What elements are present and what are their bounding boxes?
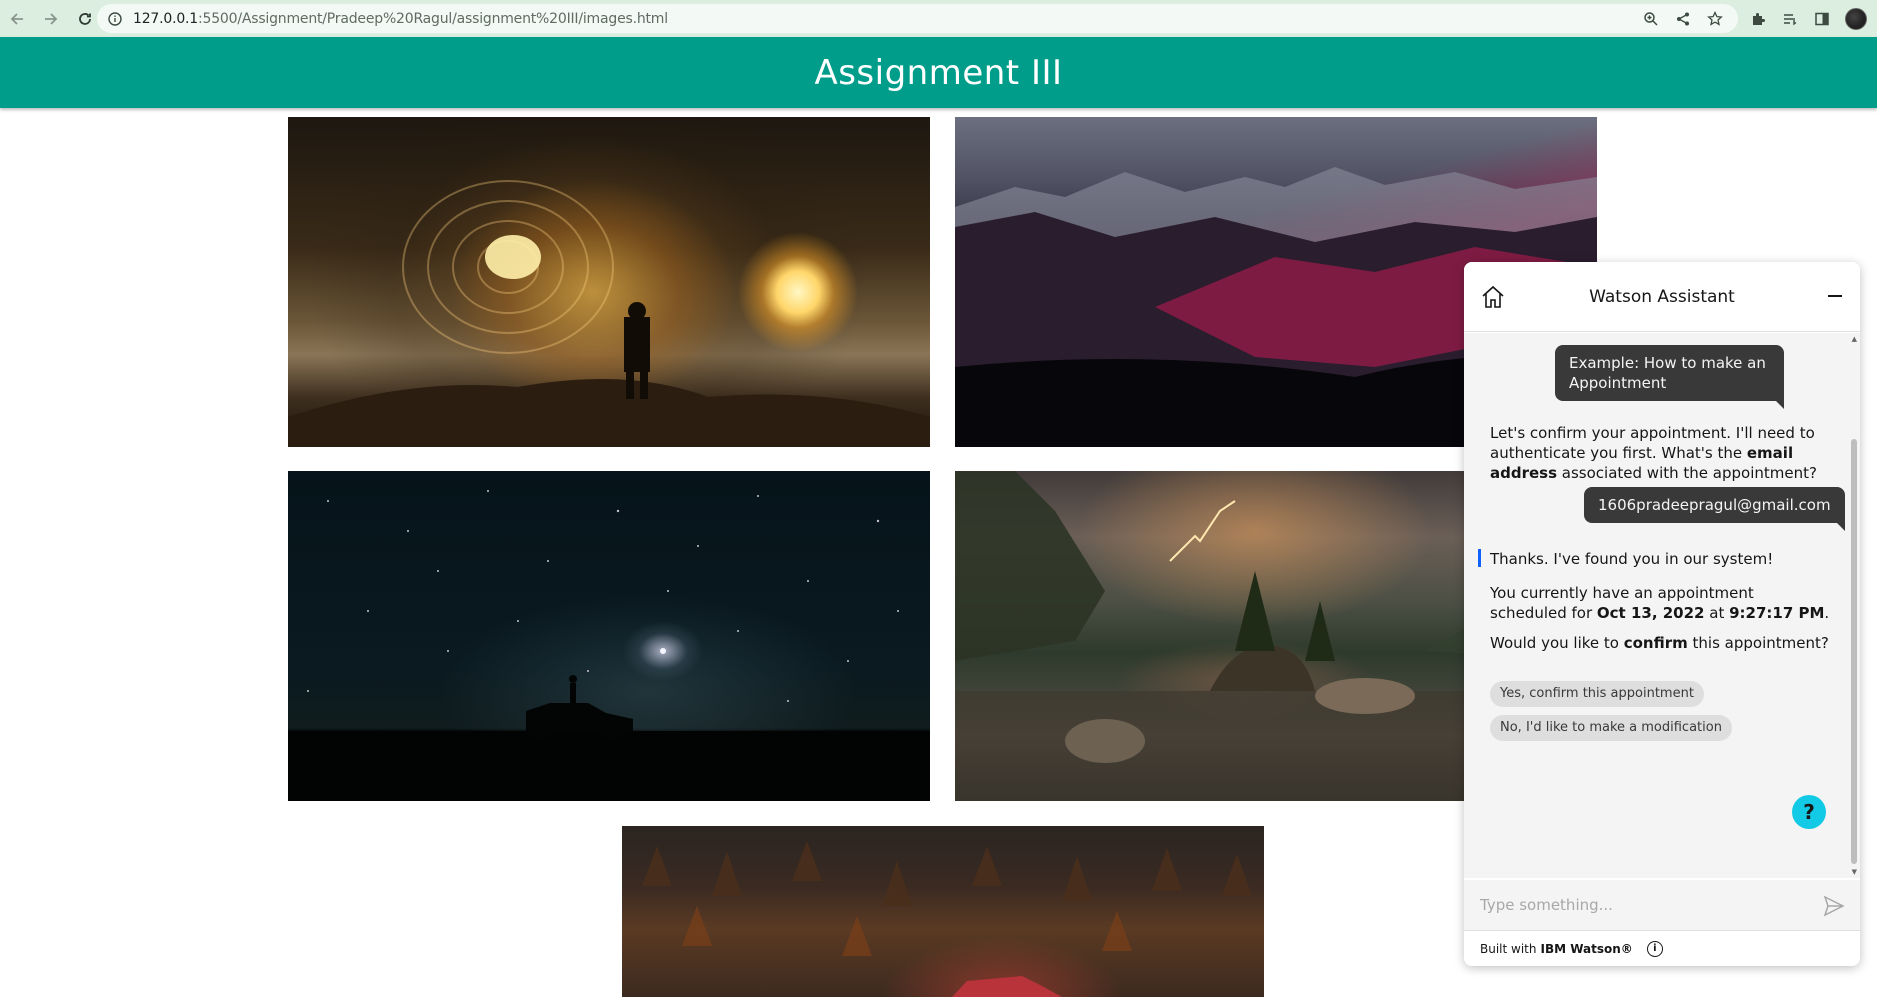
- chat-title: Watson Assistant: [1589, 286, 1735, 307]
- chat-header: Watson Assistant: [1464, 262, 1860, 332]
- scroll-up-arrow-icon[interactable]: ▲: [1852, 335, 1857, 343]
- confirm-appointment-button[interactable]: Yes, confirm this appointment: [1490, 681, 1704, 707]
- user-message: Example: How to make an Appointment: [1555, 345, 1784, 409]
- info-icon[interactable]: i: [1646, 940, 1663, 957]
- site-header: Assignment III: [0, 37, 1877, 108]
- address-bar[interactable]: 127.0.0.1:5500/Assignment/Pradeep%20Ragu…: [97, 4, 1738, 33]
- autumn-forest-house-image: [622, 826, 1264, 997]
- bookmark-star-icon[interactable]: [1706, 10, 1724, 28]
- footer-prefix: Built with: [1480, 941, 1537, 956]
- bot-message: Would you like to confirm this appointme…: [1490, 634, 1829, 652]
- chat-footer: Built with IBM Watson® i: [1464, 930, 1860, 966]
- user-message: 1606pradeepragul@gmail.com: [1584, 487, 1845, 531]
- reading-list-icon[interactable]: [1781, 10, 1799, 28]
- browser-toolbar: 127.0.0.1:5500/Assignment/Pradeep%20Ragu…: [0, 0, 1877, 37]
- starry-night-car-image: [288, 471, 930, 801]
- minimize-button[interactable]: [1818, 282, 1852, 312]
- side-panel-icon[interactable]: [1813, 10, 1831, 28]
- help-button[interactable]: ?: [1792, 795, 1826, 829]
- profile-avatar[interactable]: [1845, 7, 1867, 30]
- arrow-right-icon: [45, 12, 58, 25]
- share-icon[interactable]: [1674, 10, 1692, 28]
- minimize-icon: [1828, 295, 1842, 297]
- site-info-icon[interactable]: [97, 11, 133, 26]
- bot-message: You currently have an appointment schedu…: [1490, 584, 1830, 622]
- scrollbar-thumb[interactable]: [1851, 439, 1857, 864]
- scroll-down-arrow-icon[interactable]: ▼: [1852, 868, 1857, 876]
- url-text: 127.0.0.1:5500/Assignment/Pradeep%20Ragu…: [133, 10, 668, 27]
- bot-message: Thanks. I've found you in our system!: [1490, 550, 1774, 568]
- bot-indicator-bar: [1478, 549, 1481, 567]
- message-input[interactable]: [1480, 890, 1800, 920]
- reload-icon: [79, 12, 91, 25]
- zoom-icon[interactable]: [1642, 10, 1660, 28]
- bot-message: Let's confirm your appointment. I'll nee…: [1490, 424, 1817, 482]
- extensions-puzzle-icon[interactable]: [1749, 10, 1767, 28]
- footer-brand: IBM Watson®: [1540, 941, 1633, 956]
- watson-assistant-widget: Watson Assistant Example: How to make an…: [1464, 262, 1860, 966]
- arrow-left-icon: [10, 12, 23, 25]
- person-before-glowing-portal-image: [288, 117, 930, 447]
- forward-button[interactable]: [34, 0, 68, 37]
- send-icon[interactable]: [1822, 894, 1846, 918]
- chat-messages[interactable]: Example: How to make an Appointment Let'…: [1464, 333, 1860, 878]
- page-title: Assignment III: [814, 52, 1063, 93]
- home-icon[interactable]: [1480, 284, 1506, 310]
- modify-appointment-button[interactable]: No, I'd like to make a modification: [1490, 715, 1732, 741]
- back-button[interactable]: [0, 0, 34, 37]
- chat-input-area: [1464, 878, 1860, 930]
